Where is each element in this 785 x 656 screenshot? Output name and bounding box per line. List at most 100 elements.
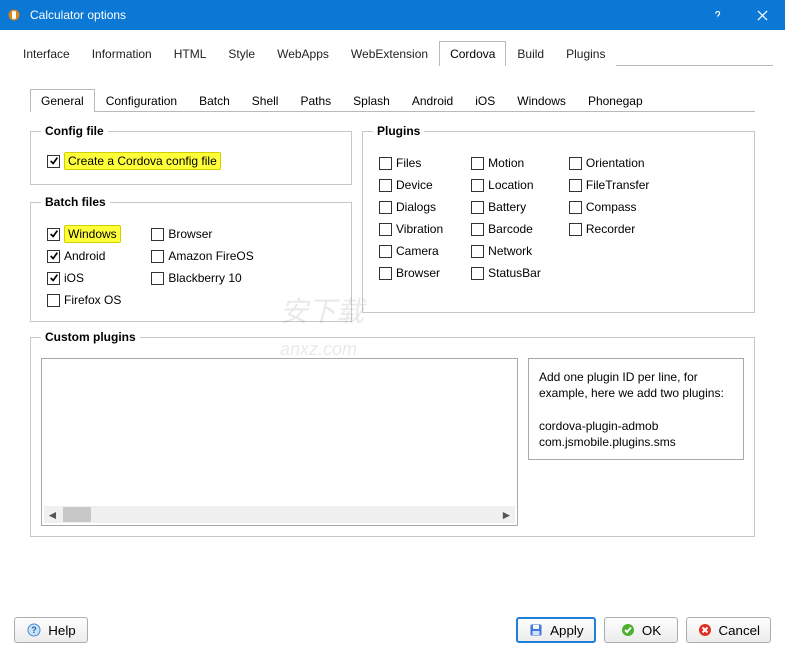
config-file-legend: Config file <box>41 124 108 138</box>
checkbox-box <box>569 201 582 214</box>
ok-button[interactable]: OK <box>604 617 678 643</box>
checkbox-box <box>471 179 484 192</box>
scroll-thumb[interactable] <box>63 507 91 522</box>
help-button[interactable]: ? Help <box>14 617 88 643</box>
batch-browser-checkbox[interactable]: Browser <box>151 223 253 245</box>
checkbox-box <box>379 179 392 192</box>
subtab-general[interactable]: General <box>30 89 95 112</box>
batch-blackberry-10-checkbox[interactable]: Blackberry 10 <box>151 267 253 289</box>
checkbox-box <box>47 155 60 168</box>
config-file-group: Config file Create a Cordova config file <box>30 124 352 185</box>
tab-plugins[interactable]: Plugins <box>555 41 616 66</box>
checkbox-box <box>471 267 484 280</box>
subtab-paths[interactable]: Paths <box>289 89 342 112</box>
subtab-ios[interactable]: iOS <box>464 89 506 112</box>
plugin-location-checkbox[interactable]: Location <box>471 174 541 196</box>
batch-android-checkbox[interactable]: Android <box>47 245 121 267</box>
custom-plugins-group: Custom plugins ◄ ► Add one plugin ID per… <box>30 330 755 537</box>
subtab-windows[interactable]: Windows <box>506 89 577 112</box>
custom-plugins-help-text: Add one plugin ID per line, for example,… <box>528 358 744 460</box>
checkbox-box <box>379 267 392 280</box>
scroll-right-icon[interactable]: ► <box>498 508 515 522</box>
plugin-network-checkbox[interactable]: Network <box>471 240 541 262</box>
plugin-files-checkbox[interactable]: Files <box>379 152 443 174</box>
batch-ios-checkbox[interactable]: iOS <box>47 267 121 289</box>
plugin-orientation-label: Orientation <box>586 156 645 170</box>
batch-android-label: Android <box>64 249 105 263</box>
plugin-barcode-label: Barcode <box>488 222 533 236</box>
plugin-filetransfer-label: FileTransfer <box>586 178 650 192</box>
tab-interface[interactable]: Interface <box>12 41 81 66</box>
batch-files-legend: Batch files <box>41 195 110 209</box>
plugin-browser-checkbox[interactable]: Browser <box>379 262 443 284</box>
batch-amazon-fireos-checkbox[interactable]: Amazon FireOS <box>151 245 253 267</box>
plugin-motion-checkbox[interactable]: Motion <box>471 152 541 174</box>
apply-button-label: Apply <box>550 623 583 638</box>
plugin-statusbar-checkbox[interactable]: StatusBar <box>471 262 541 284</box>
plugin-battery-checkbox[interactable]: Battery <box>471 196 541 218</box>
plugin-barcode-checkbox[interactable]: Barcode <box>471 218 541 240</box>
plugin-vibration-label: Vibration <box>396 222 443 236</box>
plugin-camera-label: Camera <box>396 244 439 258</box>
cancel-button[interactable]: Cancel <box>686 617 772 643</box>
checkbox-box <box>569 157 582 170</box>
save-icon <box>528 622 544 638</box>
subtab-configuration[interactable]: Configuration <box>95 89 188 112</box>
checkbox-box <box>471 201 484 214</box>
plugin-camera-checkbox[interactable]: Camera <box>379 240 443 262</box>
scroll-left-icon[interactable]: ◄ <box>44 508 61 522</box>
plugin-filetransfer-checkbox[interactable]: FileTransfer <box>569 174 650 196</box>
checkbox-box <box>569 223 582 236</box>
subtab-phonegap[interactable]: Phonegap <box>577 89 654 112</box>
plugin-location-label: Location <box>488 178 533 192</box>
app-icon <box>0 8 28 22</box>
outer-tabs: InterfaceInformationHTMLStyleWebAppsWebE… <box>12 40 773 66</box>
custom-plugins-legend: Custom plugins <box>41 330 140 344</box>
subtab-shell[interactable]: Shell <box>241 89 290 112</box>
subtab-android[interactable]: Android <box>401 89 464 112</box>
checkbox-box <box>47 228 60 241</box>
batch-windows-label: Windows <box>64 225 121 243</box>
create-cordova-config-checkbox[interactable]: Create a Cordova config file <box>47 150 341 172</box>
apply-button[interactable]: Apply <box>516 617 595 643</box>
tab-webextension[interactable]: WebExtension <box>340 41 439 66</box>
plugin-vibration-checkbox[interactable]: Vibration <box>379 218 443 240</box>
plugin-network-label: Network <box>488 244 532 258</box>
tab-build[interactable]: Build <box>506 41 555 66</box>
dialog-footer: ? Help Apply OK Cancel <box>0 614 785 656</box>
checkbox-box <box>379 245 392 258</box>
batch-windows-checkbox[interactable]: Windows <box>47 223 121 245</box>
titlebar: Calculator options <box>0 0 785 30</box>
tab-cordova[interactable]: Cordova <box>439 41 506 66</box>
close-button[interactable] <box>740 0 785 30</box>
plugin-dialogs-label: Dialogs <box>396 200 436 214</box>
checkbox-box <box>151 272 164 285</box>
plugins-legend: Plugins <box>373 124 424 138</box>
tab-html[interactable]: HTML <box>163 41 218 66</box>
horizontal-scrollbar[interactable]: ◄ ► <box>44 506 515 523</box>
plugin-orientation-checkbox[interactable]: Orientation <box>569 152 650 174</box>
batch-firefox-os-checkbox[interactable]: Firefox OS <box>47 289 121 311</box>
tab-webapps[interactable]: WebApps <box>266 41 340 66</box>
subtab-splash[interactable]: Splash <box>342 89 401 112</box>
custom-plugins-textarea[interactable]: ◄ ► <box>41 358 518 526</box>
checkbox-box <box>379 157 392 170</box>
inner-tabs: GeneralConfigurationBatchShellPathsSplas… <box>30 88 755 112</box>
tab-information[interactable]: Information <box>81 41 163 66</box>
plugin-recorder-checkbox[interactable]: Recorder <box>569 218 650 240</box>
svg-text:?: ? <box>32 625 38 635</box>
tab-style[interactable]: Style <box>217 41 266 66</box>
plugin-compass-checkbox[interactable]: Compass <box>569 196 650 218</box>
plugin-device-checkbox[interactable]: Device <box>379 174 443 196</box>
help-button-label: Help <box>48 623 75 638</box>
plugin-motion-label: Motion <box>488 156 524 170</box>
plugin-dialogs-checkbox[interactable]: Dialogs <box>379 196 443 218</box>
help-titlebar-button[interactable] <box>695 0 740 30</box>
plugin-files-label: Files <box>396 156 421 170</box>
checkbox-box <box>569 179 582 192</box>
help-icon: ? <box>26 622 42 638</box>
plugin-browser-label: Browser <box>396 266 440 280</box>
subtab-batch[interactable]: Batch <box>188 89 241 112</box>
cancel-icon <box>697 622 713 638</box>
checkbox-box <box>47 250 60 263</box>
